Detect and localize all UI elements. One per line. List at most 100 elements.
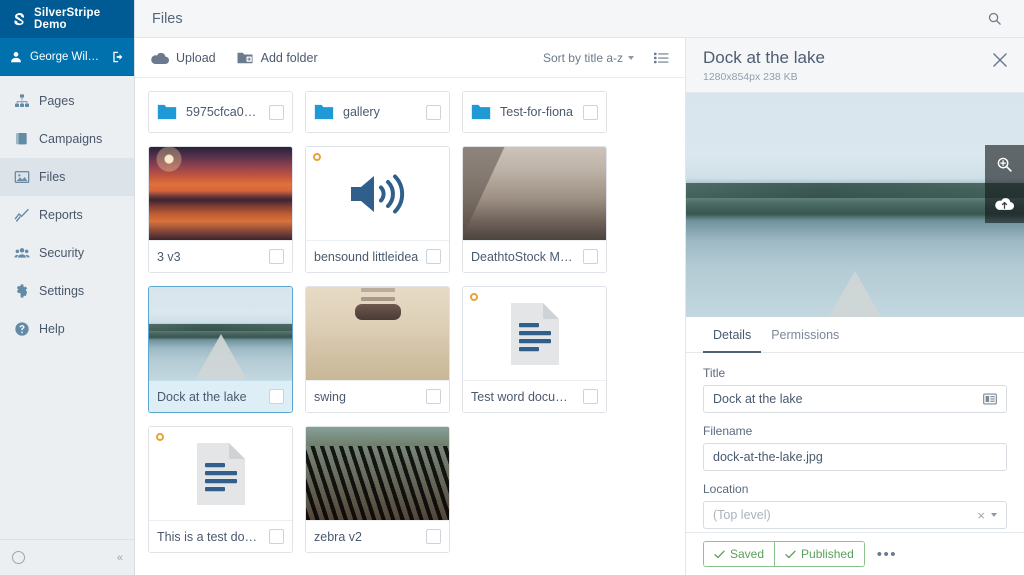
- chevron-down-icon: [991, 513, 997, 517]
- saved-label: Saved: [730, 547, 764, 561]
- cloud-upload-icon: [151, 51, 169, 65]
- file-tile[interactable]: Test word document 2: [462, 286, 607, 413]
- sidebar-item-reports[interactable]: Reports: [0, 196, 134, 234]
- folder-name: gallery: [343, 105, 417, 119]
- status-modified-icon: [156, 433, 164, 441]
- sidebar-item-files[interactable]: Files: [0, 158, 134, 196]
- location-label: Location: [703, 482, 1007, 496]
- sitemap-icon: [14, 93, 30, 109]
- file-name: swing: [314, 390, 420, 404]
- sidebar-item-help[interactable]: Help: [0, 310, 134, 348]
- upload-button[interactable]: Upload: [151, 51, 216, 65]
- view-toggle-button[interactable]: [654, 51, 669, 65]
- file-checkbox[interactable]: [583, 249, 598, 264]
- folder-tile[interactable]: 5975cfca0d82b: [148, 91, 293, 133]
- location-select[interactable]: (Top level) ×: [703, 501, 1007, 529]
- zebra-sky: [306, 427, 449, 446]
- file-name: DeathtoStock Metic...: [471, 250, 577, 264]
- detail-form: Title Dock at the lake Filename: [686, 353, 1024, 532]
- file-label: Test word document 2: [463, 380, 606, 412]
- upload-label: Upload: [176, 51, 216, 65]
- detail-title: Dock at the lake: [703, 48, 990, 68]
- file-name: Test word document 2: [471, 390, 577, 404]
- main-area: Files Upload: [135, 0, 1024, 575]
- folder-checkbox[interactable]: [426, 105, 441, 120]
- file-tile-selected[interactable]: Dock at the lake: [148, 286, 293, 413]
- folder-checkbox[interactable]: [583, 105, 598, 120]
- folder-tile[interactable]: Test-for-fiona: [462, 91, 607, 133]
- file-checkbox[interactable]: [426, 529, 441, 544]
- status-modified-icon: [313, 153, 321, 161]
- portrait-image: [463, 147, 606, 240]
- file-checkbox[interactable]: [269, 249, 284, 264]
- file-tile[interactable]: DeathtoStock Metic...: [462, 146, 607, 273]
- sort-dropdown[interactable]: Sort by title a-z: [543, 51, 634, 65]
- tab-details[interactable]: Details: [703, 317, 761, 353]
- sidebar-item-label: Campaigns: [39, 132, 102, 146]
- clear-icon[interactable]: ×: [977, 508, 985, 523]
- file-preview[interactable]: [686, 93, 1024, 317]
- file-tile[interactable]: swing: [305, 286, 450, 413]
- add-folder-button[interactable]: Add folder: [236, 51, 318, 65]
- file-label: This is a test docum...: [149, 520, 292, 552]
- sunset-image: [149, 147, 292, 240]
- sidebar: SilverStripe Demo George Wilson Pages: [0, 0, 135, 575]
- file-tile[interactable]: bensound littleidea: [305, 146, 450, 273]
- sidebar-item-campaigns[interactable]: Campaigns: [0, 120, 134, 158]
- sidebar-item-label: Help: [39, 322, 65, 336]
- sidebar-item-settings[interactable]: Settings: [0, 272, 134, 310]
- file-checkbox[interactable]: [583, 389, 598, 404]
- filename-input[interactable]: dock-at-the-lake.jpg: [703, 443, 1007, 471]
- location-placeholder: (Top level): [713, 508, 971, 522]
- list-view-icon: [654, 51, 669, 65]
- sidebar-item-security[interactable]: Security: [0, 234, 134, 272]
- question-circle-icon: [14, 321, 30, 337]
- document-icon: [507, 301, 563, 367]
- user-bar[interactable]: George Wilson: [0, 38, 134, 76]
- sidebar-collapse-button[interactable]: «: [117, 552, 122, 564]
- file-tile[interactable]: zebra v2: [305, 426, 450, 553]
- replace-upload-button[interactable]: [985, 184, 1024, 223]
- add-folder-label: Add folder: [261, 51, 318, 65]
- zoom-in-button[interactable]: [985, 145, 1024, 184]
- content-row: Upload Add folder Sort by title a-z: [135, 38, 1024, 575]
- saved-button[interactable]: Saved: [704, 542, 774, 566]
- published-button[interactable]: Published: [774, 542, 864, 566]
- file-label: DeathtoStock Metic...: [463, 240, 606, 272]
- circle-icon[interactable]: [12, 551, 25, 564]
- file-thumbnail: [463, 287, 606, 380]
- brand-header[interactable]: SilverStripe Demo: [0, 0, 134, 38]
- logout-icon[interactable]: [111, 50, 125, 64]
- folder-checkbox[interactable]: [269, 105, 284, 120]
- file-thumbnail: [306, 287, 449, 380]
- chevron-down-icon: [628, 56, 634, 60]
- search-button[interactable]: [981, 6, 1007, 32]
- file-thumbnail: [306, 427, 449, 520]
- brand-name: SilverStripe Demo: [34, 7, 124, 31]
- user-icon: [9, 50, 23, 64]
- audio-placeholder: [306, 147, 449, 240]
- files-pane: Upload Add folder Sort by title a-z: [135, 38, 686, 575]
- file-checkbox[interactable]: [426, 249, 441, 264]
- more-actions-button[interactable]: •••: [877, 547, 897, 562]
- image-icon: [14, 169, 30, 185]
- status-modified-icon: [470, 293, 478, 301]
- sidebar-item-label: Reports: [39, 208, 83, 222]
- sidebar-item-pages[interactable]: Pages: [0, 82, 134, 120]
- file-checkbox[interactable]: [269, 389, 284, 404]
- title-value: Dock at the lake: [713, 392, 977, 406]
- file-tile[interactable]: 3 v3: [148, 146, 293, 273]
- close-button[interactable]: [990, 50, 1010, 73]
- page-title: Files: [152, 11, 981, 27]
- save-publish-group: Saved Published: [703, 541, 865, 567]
- file-checkbox[interactable]: [426, 389, 441, 404]
- folder-name: 5975cfca0d82b: [186, 105, 260, 119]
- tab-permissions[interactable]: Permissions: [761, 317, 849, 353]
- file-checkbox[interactable]: [269, 529, 284, 544]
- insert-media-icon[interactable]: [983, 393, 997, 405]
- filename-label: Filename: [703, 424, 1007, 438]
- folder-tile[interactable]: gallery: [305, 91, 450, 133]
- title-input[interactable]: Dock at the lake: [703, 385, 1007, 413]
- file-tile[interactable]: This is a test docum...: [148, 426, 293, 553]
- sidebar-item-label: Security: [39, 246, 84, 260]
